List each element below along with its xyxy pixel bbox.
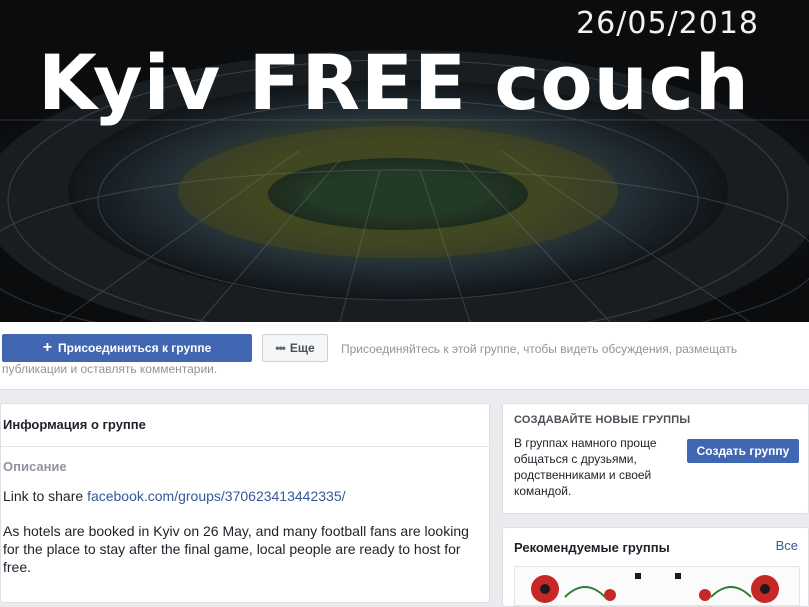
join-group-label: Присоединиться к группе: [58, 341, 212, 355]
group-action-bar: Присоединяйтесь к этой группе, чтобы вид…: [0, 322, 809, 390]
see-all-link[interactable]: Все: [776, 538, 798, 553]
group-info-body: Описание Link to share facebook.com/grou…: [1, 447, 489, 588]
cover-title: Kyiv FREE couch: [38, 38, 750, 127]
share-link-line: Link to share facebook.com/groups/370623…: [3, 488, 487, 504]
recommended-group-thumbnail[interactable]: [514, 566, 800, 606]
plus-icon: +: [42, 339, 53, 356]
description-text: As hotels are booked in Kyiv on 26 May, …: [3, 523, 469, 575]
create-groups-card: СОЗДАВАЙТЕ НОВЫЕ ГРУППЫ В группах намног…: [502, 403, 809, 514]
group-info-card: Информация о группе Описание Link to sha…: [0, 403, 490, 603]
recommended-groups-title: Рекомендуемые группы: [514, 540, 670, 555]
embroidery-pattern-image: [515, 567, 799, 605]
description-title: Описание: [3, 459, 67, 474]
more-label: Еще: [289, 341, 315, 355]
join-group-button[interactable]: + Присоединиться к группе: [2, 334, 252, 362]
group-info-header: Информация о группе: [1, 404, 489, 447]
share-link-prefix: Link to share: [3, 488, 88, 504]
share-link[interactable]: facebook.com/groups/370623413442335/: [87, 488, 345, 504]
cover-date: 26/05/2018: [576, 6, 759, 41]
create-groups-title: СОЗДАВАЙТЕ НОВЫЕ ГРУППЫ: [514, 414, 691, 426]
create-group-button[interactable]: Создать группу: [687, 439, 799, 463]
more-button[interactable]: ••• Еще: [262, 334, 328, 362]
more-dots-icon: •••: [275, 341, 286, 355]
create-groups-text: В группах намного проще общаться с друзь…: [514, 436, 657, 498]
cover-photo[interactable]: 26/05/2018 Kyiv FREE couch: [0, 0, 809, 322]
recommended-groups-card: Рекомендуемые группы Все: [502, 527, 809, 607]
